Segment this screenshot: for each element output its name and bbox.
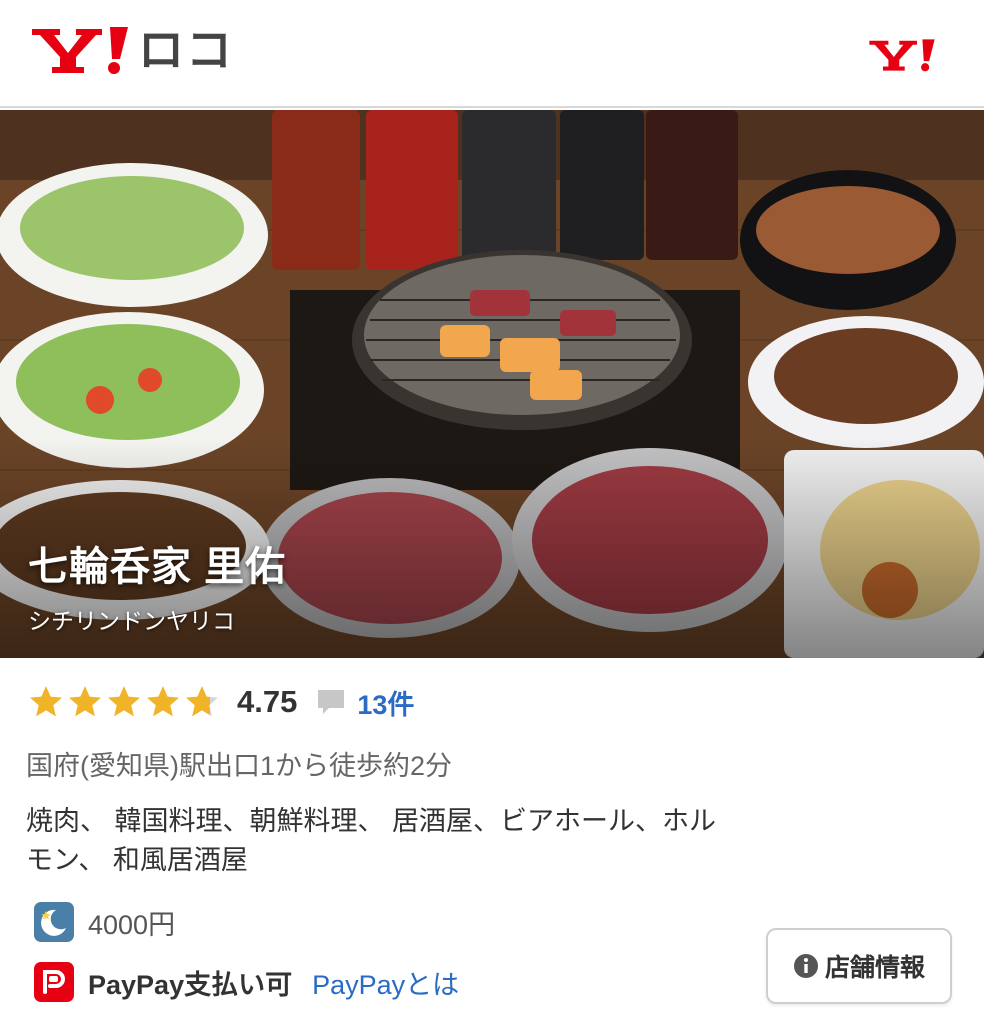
yahoo-logo-icon [32, 27, 128, 74]
rating-value: 4.75 [237, 684, 298, 719]
star-icon [186, 686, 218, 717]
paypay-accepted-label: PayPay支払い可 [88, 969, 293, 1000]
yahoo-small-icon[interactable] [868, 36, 936, 74]
star-icon [30, 686, 62, 717]
rating-row: 4.75 13件 [28, 680, 414, 724]
moon-icon [34, 902, 74, 942]
star-icon [69, 686, 101, 717]
store-info-label: 店舗情報 [824, 954, 925, 982]
rating-stars [28, 684, 223, 720]
access-info: 国府(愛知県)駅出口1から徒歩約2分 [26, 751, 453, 781]
review-count-link[interactable]: 13件 [357, 683, 414, 722]
genre-list: 焼肉、 韓国料理、朝鮮料理、 居酒屋、ビアホール、ホルモン、 和風居酒屋 [26, 806, 717, 875]
yahoo-loco-logo[interactable]: ロコ [30, 18, 234, 82]
logo-text: ロコ [138, 23, 234, 77]
comment-icon [318, 690, 345, 714]
paypay-about-link[interactable]: PayPayとは [312, 963, 459, 1002]
budget-value: 4000円 [88, 909, 176, 940]
store-info-button[interactable]: 店舗情報 [766, 928, 952, 1004]
shop-name: 七輪呑家 里佑 [28, 545, 287, 589]
app-header: ロコ [0, 0, 984, 108]
star-icon [108, 686, 140, 717]
budget-row: 4000円 [34, 902, 175, 942]
info-icon [793, 954, 818, 978]
paypay-row: PayPay支払い可 PayPayとは [34, 962, 459, 1002]
paypay-icon [34, 962, 74, 1002]
shop-hero-photo[interactable]: 七輪呑家 里佑 シチリンドンヤリコ [0, 110, 984, 658]
shop-name-kana: シチリンドンヤリコ [28, 608, 235, 634]
star-icon [147, 686, 179, 717]
